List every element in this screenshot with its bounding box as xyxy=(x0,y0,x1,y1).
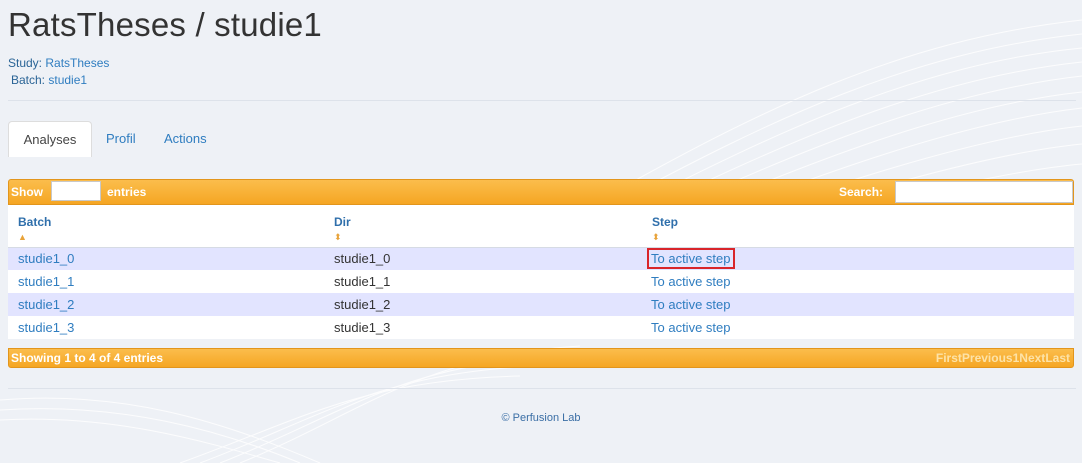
previous-page-button[interactable]: Previous xyxy=(962,351,1013,365)
batch-cell[interactable]: studie1_0 xyxy=(8,247,324,270)
search-label: Search: xyxy=(839,185,884,199)
table-row: studie1_3 studie1_3 To active step xyxy=(8,316,1074,339)
to-active-step-link[interactable]: To active step xyxy=(649,296,733,313)
table-header-row: Batch ▲ Dir ⬍ Step ⬍ xyxy=(8,205,1074,248)
footer-divider xyxy=(8,388,1076,389)
last-page-button[interactable]: Last xyxy=(1045,351,1070,365)
batch-cell[interactable]: studie1_3 xyxy=(8,316,324,339)
column-header-dir[interactable]: Dir ⬍ xyxy=(324,205,642,248)
to-active-step-link[interactable]: To active step xyxy=(647,248,735,270)
search-input[interactable] xyxy=(895,181,1073,203)
tab-actions[interactable]: Actions xyxy=(164,121,207,157)
batch-cell[interactable]: studie1_1 xyxy=(8,270,324,293)
sort-both-icon: ⬍ xyxy=(652,232,660,242)
to-active-step-link[interactable]: To active step xyxy=(649,273,733,290)
next-page-button[interactable]: Next xyxy=(1019,351,1045,365)
dir-cell: studie1_1 xyxy=(324,270,642,293)
step-cell: To active step xyxy=(642,316,1074,339)
pagination: FirstPrevious1NextLast xyxy=(936,349,1070,367)
dir-cell: studie1_2 xyxy=(324,293,642,316)
entries-info: Showing 1 to 4 of 4 entries xyxy=(11,351,164,365)
column-header-step-label: Step xyxy=(652,215,679,229)
batch-link[interactable]: studie1 xyxy=(48,73,87,87)
column-header-dir-label: Dir xyxy=(334,215,351,229)
batches-table: Batch ▲ Dir ⬍ Step ⬍ studie1_0 studie1_0… xyxy=(8,205,1074,339)
table-row: studie1_0 studie1_0 To active step xyxy=(8,247,1074,270)
study-row: Study: RatsTheses xyxy=(8,55,109,72)
sort-both-icon: ⬍ xyxy=(334,232,342,242)
dir-cell: studie1_0 xyxy=(324,247,642,270)
column-header-step[interactable]: Step ⬍ xyxy=(642,205,1074,248)
column-header-batch-label: Batch xyxy=(18,215,52,229)
tab-profil[interactable]: Profil xyxy=(106,121,136,157)
sort-asc-icon: ▲ xyxy=(18,232,27,242)
copyright-text: © Perfusion Lab xyxy=(501,412,581,424)
step-cell: To active step xyxy=(642,293,1074,316)
first-page-button[interactable]: First xyxy=(936,351,962,365)
tab-analyses[interactable]: Analyses xyxy=(8,121,92,157)
entries-length-input[interactable] xyxy=(51,181,101,201)
table-row: studie1_1 studie1_1 To active step xyxy=(8,270,1074,293)
study-link[interactable]: RatsTheses xyxy=(45,56,109,70)
step-cell: To active step xyxy=(642,270,1074,293)
batch-row: Batch: studie1 xyxy=(8,72,109,89)
study-label: Study: xyxy=(8,56,43,70)
table-row: studie1_2 studie1_2 To active step xyxy=(8,293,1074,316)
column-header-batch[interactable]: Batch ▲ xyxy=(8,205,324,248)
entries-label: entries xyxy=(107,185,147,199)
step-cell: To active step xyxy=(642,247,1074,270)
page-title: RatsTheses / studie1 xyxy=(8,6,322,43)
table-footer-bar: Showing 1 to 4 of 4 entries FirstPreviou… xyxy=(8,348,1074,368)
study-batch-info: Study: RatsTheses Batch: studie1 xyxy=(8,55,109,89)
batch-cell[interactable]: studie1_2 xyxy=(8,293,324,316)
show-label: Show xyxy=(11,185,43,199)
batch-label: Batch: xyxy=(11,73,46,87)
header-divider xyxy=(8,100,1076,101)
to-active-step-link[interactable]: To active step xyxy=(649,319,733,336)
dir-cell: studie1_3 xyxy=(324,316,642,339)
table-controls-bar: Show entries Search: xyxy=(8,179,1074,205)
